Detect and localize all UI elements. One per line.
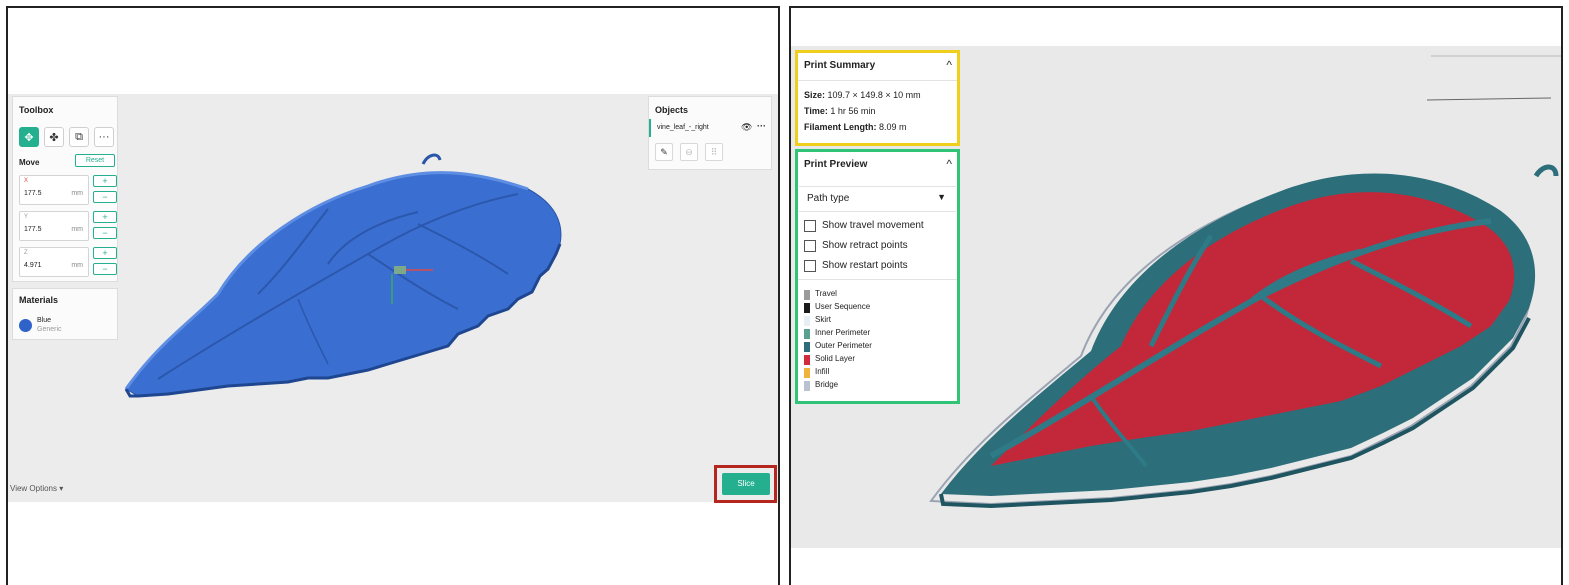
- legend-swatch: [804, 368, 810, 378]
- x-axis-label: X: [24, 178, 29, 184]
- scale-icon: ⧉: [75, 130, 83, 143]
- x-value: 177.5: [24, 190, 42, 197]
- objects-title: Objects: [655, 105, 689, 115]
- legend-swatch: [804, 303, 810, 313]
- z-increment-button[interactable]: +: [93, 247, 117, 259]
- collapse-preview-chevron-icon[interactable]: ^: [946, 157, 952, 171]
- checkbox-label: Show retract points: [822, 240, 908, 251]
- size-value: 109.7 × 149.8 × 10 mm: [827, 90, 921, 100]
- print-preview-title: Print Preview: [804, 159, 868, 170]
- toolbox-panel: Toolbox ✥ ✤ ⧉ ··· Move Reset X 177.5 mm …: [12, 96, 118, 282]
- time-value: 1 hr 56 min: [830, 106, 876, 116]
- checkbox-label: Show travel movement: [822, 220, 924, 231]
- x-field[interactable]: X 177.5 mm: [19, 175, 89, 205]
- checkbox-label: Show restart points: [822, 260, 908, 271]
- legend-label: Travel: [815, 289, 837, 298]
- legend-label: Infill: [815, 367, 830, 376]
- filament-value: 8.09 m: [879, 122, 907, 132]
- y-value: 177.5: [24, 226, 42, 233]
- z-unit: mm: [71, 262, 83, 269]
- move-label: Move: [19, 158, 40, 167]
- checkbox-box[interactable]: [804, 240, 816, 252]
- toolbox-title: Toolbox: [19, 105, 54, 115]
- object-more-icon[interactable]: ···: [757, 121, 766, 131]
- reset-button[interactable]: Reset: [75, 154, 115, 167]
- legend-swatch: [804, 355, 810, 365]
- z-axis-label: Z: [24, 250, 28, 256]
- legend-label: Outer Perimeter: [815, 341, 872, 350]
- x-increment-button[interactable]: +: [93, 175, 117, 187]
- view-options-dropdown[interactable]: View Options ▾: [10, 484, 63, 493]
- print-summary-panel: Print Summary ^ Size: 109.7 × 149.8 × 10…: [795, 50, 960, 146]
- path-type-value: Path type: [807, 193, 850, 204]
- legend-swatch: [804, 342, 810, 352]
- grid-icon[interactable]: ⠿: [705, 143, 723, 161]
- move-tool-button[interactable]: ✥: [19, 127, 39, 147]
- y-increment-button[interactable]: +: [93, 211, 117, 223]
- collapse-summary-chevron-icon[interactable]: ^: [946, 58, 952, 72]
- y-field[interactable]: Y 177.5 mm: [19, 211, 89, 241]
- rotate-tool-button[interactable]: ✤: [44, 127, 64, 147]
- eye-icon[interactable]: 👁: [741, 122, 752, 133]
- materials-panel: Materials Blue Generic: [12, 288, 118, 340]
- summary-filament: Filament Length: 8.09 m: [804, 122, 907, 132]
- legend-swatch: [804, 316, 810, 326]
- z-value: 4.971: [24, 262, 42, 269]
- size-key: Size:: [804, 90, 826, 100]
- legend-label: User Sequence: [815, 302, 871, 311]
- checkbox-box[interactable]: [804, 260, 816, 272]
- legend-swatch: [804, 329, 810, 339]
- filament-key: Filament Length:: [804, 122, 877, 132]
- summary-time: Time: 1 hr 56 min: [804, 106, 875, 116]
- material-type: Generic: [37, 326, 62, 333]
- material-name[interactable]: Blue: [37, 317, 51, 324]
- link-icon[interactable]: ⊖: [680, 143, 698, 161]
- y-axis-label: Y: [24, 214, 29, 220]
- checkbox-box[interactable]: [804, 220, 816, 232]
- caret-down-icon: ▼: [937, 192, 946, 202]
- rotate-icon: ✤: [49, 131, 59, 144]
- x-decrement-button[interactable]: −: [93, 191, 117, 203]
- z-decrement-button[interactable]: −: [93, 263, 117, 275]
- time-key: Time:: [804, 106, 828, 116]
- legend-label: Skirt: [815, 315, 831, 324]
- legend-label: Inner Perimeter: [815, 328, 871, 337]
- print-preview-panel: Print Preview ^ Path type ▼ Show travel …: [795, 149, 960, 404]
- object-name: vine_leaf_-_right: [657, 124, 709, 131]
- path-type-select[interactable]: Path type ▼: [799, 186, 956, 212]
- y-unit: mm: [71, 226, 83, 233]
- legend-swatch: [804, 290, 810, 300]
- more-icon: ···: [98, 131, 110, 143]
- scale-tool-button[interactable]: ⧉: [69, 127, 89, 147]
- legend-swatch: [804, 381, 810, 391]
- objects-panel: Objects vine_leaf_-_right 👁 ··· ✎ ⊖ ⠿: [648, 96, 772, 170]
- summary-divider: [798, 80, 957, 81]
- summary-size: Size: 109.7 × 149.8 × 10 mm: [804, 90, 921, 100]
- pencil-icon[interactable]: ✎: [655, 143, 673, 161]
- material-color-swatch[interactable]: [19, 319, 32, 332]
- slicer-screenshot-right: Print Summary ^ Size: 109.7 × 149.8 × 10…: [789, 6, 1563, 585]
- materials-title: Materials: [19, 295, 59, 305]
- more-tools-button[interactable]: ···: [94, 127, 114, 147]
- print-summary-title: Print Summary: [804, 60, 876, 71]
- legend-label: Bridge: [815, 380, 839, 389]
- slice-button[interactable]: Slice: [722, 473, 770, 495]
- move-icon: ✥: [24, 131, 34, 144]
- x-unit: mm: [71, 190, 83, 197]
- y-decrement-button[interactable]: −: [93, 227, 117, 239]
- slicer-screenshot-left: Toolbox ✥ ✤ ⧉ ··· Move Reset X 177.5 mm …: [6, 6, 780, 585]
- object-list-item[interactable]: vine_leaf_-_right 👁 ···: [649, 119, 771, 137]
- legend-divider: [798, 279, 957, 280]
- z-field[interactable]: Z 4.971 mm: [19, 247, 89, 277]
- legend-label: Solid Layer: [815, 354, 856, 363]
